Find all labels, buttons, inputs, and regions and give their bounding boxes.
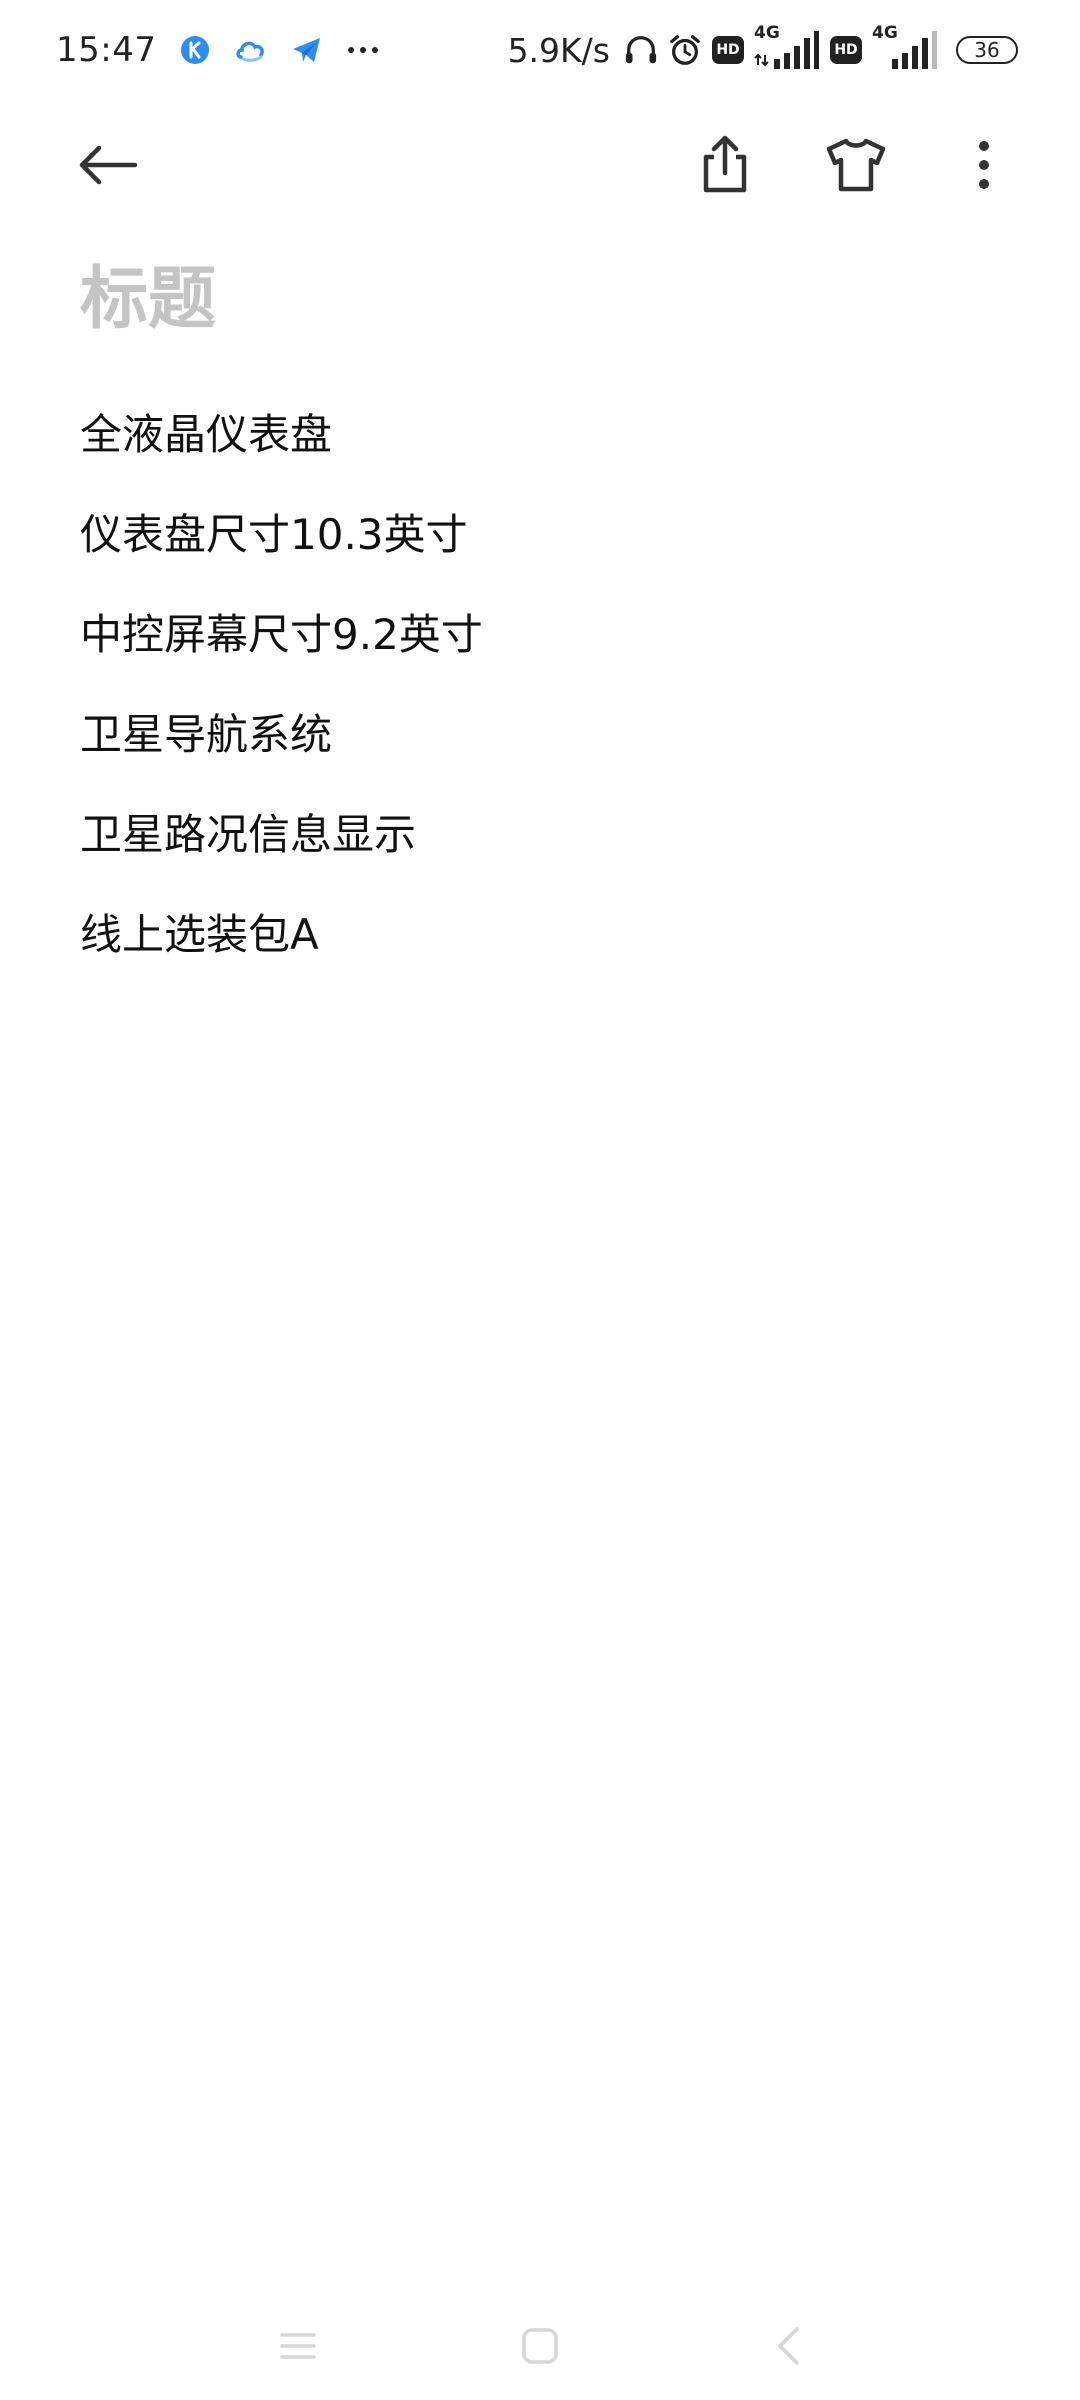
tshirt-icon — [826, 138, 886, 192]
signal-sim1-label: 4G — [754, 23, 780, 43]
back-button[interactable] — [72, 129, 144, 201]
system-nav-bar — [0, 2290, 1080, 2400]
k-app-icon — [178, 33, 212, 67]
signal-sim2-label: 4G — [872, 23, 898, 43]
note-line: 仪表盘尺寸10.3英寸 — [80, 510, 468, 559]
share-icon — [703, 135, 747, 193]
note-line: 卫星路况信息显示 — [80, 810, 417, 859]
nav-home-button[interactable] — [512, 2318, 568, 2374]
nav-menu-button[interactable] — [270, 2318, 326, 2374]
status-time: 15:47 — [56, 30, 157, 70]
network-speed: 5.9K/s — [507, 30, 610, 70]
more-vertical-icon — [979, 141, 989, 189]
note-line: 中控屏幕尺寸9.2英寸 — [80, 610, 483, 659]
hd-badge-1: HD — [712, 36, 744, 64]
note-line: 卫星导航系统 — [80, 710, 333, 759]
note-body-editor[interactable]: 全液晶仪表盘 仪表盘尺寸10.3英寸 中控屏幕尺寸9.2英寸 卫星导航系统 卫星… — [80, 385, 1000, 985]
home-icon — [522, 2328, 558, 2364]
battery-indicator: 36 — [956, 36, 1018, 64]
more-options-button[interactable] — [948, 129, 1020, 201]
signal-sim2: 4G — [872, 23, 938, 71]
note-line: 全液晶仪表盘 — [80, 410, 333, 459]
hd-badge-2: HD — [830, 36, 862, 64]
note-line: 线上选装包A — [80, 910, 319, 959]
arrow-left-icon — [79, 145, 138, 185]
note-toolbar — [0, 115, 1080, 215]
alarm-icon — [668, 33, 702, 67]
note-title-input[interactable]: 标题 — [80, 255, 216, 345]
telegram-icon — [290, 33, 324, 67]
status-bar: 15:47 5.9K/s HD 4G HD 4G 36 — [0, 0, 1080, 100]
status-right: 5.9K/s HD 4G HD 4G 36 — [507, 23, 1018, 74]
theme-button[interactable] — [820, 129, 892, 201]
more-notifications-icon — [346, 33, 380, 67]
status-left: 15:47 — [56, 26, 380, 74]
menu-icon — [280, 2333, 316, 2359]
cloud-app-icon — [234, 33, 268, 67]
nav-back-button[interactable] — [760, 2318, 816, 2374]
share-button[interactable] — [689, 129, 761, 201]
signal-sim1: 4G — [754, 23, 820, 71]
back-icon — [778, 2327, 799, 2365]
headphones-icon — [624, 33, 658, 67]
